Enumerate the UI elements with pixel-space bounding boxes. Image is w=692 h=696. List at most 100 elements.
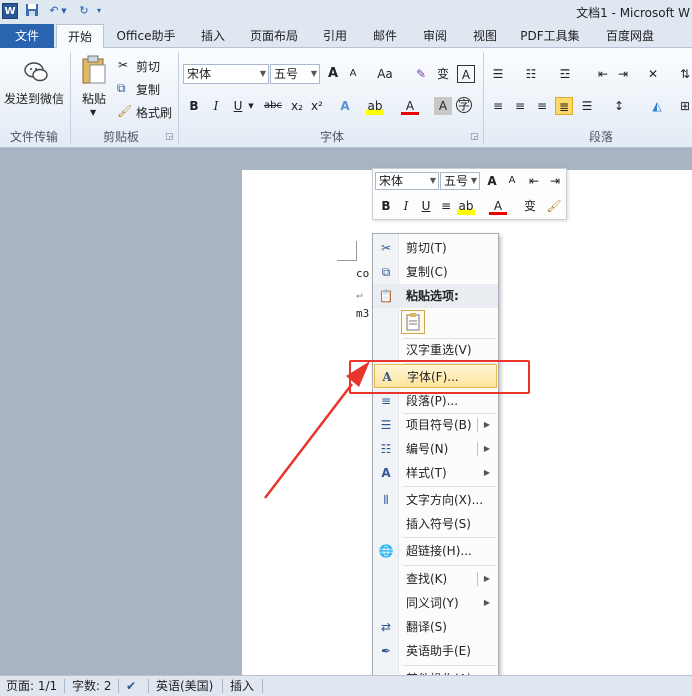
font-name-combo[interactable]: 宋体 ▼ [183, 64, 269, 84]
copy-icon[interactable]: ⧉ [117, 81, 126, 96]
menu-item-synonyms[interactable]: 同义词(Y) ▶ [373, 591, 498, 615]
customize-toolbar-icon[interactable]: ▾ [94, 3, 104, 19]
paste-icon[interactable] [80, 54, 108, 86]
menu-item-reconvert[interactable]: 汉字重选(V) [373, 338, 498, 362]
tab-page-layout[interactable]: 页面布局 [244, 24, 304, 48]
tab-file[interactable]: 文件 [0, 24, 54, 48]
menu-item-translate[interactable]: ⇄ 翻译(S) [373, 615, 498, 639]
mini-font-color-icon[interactable]: A [489, 197, 507, 215]
doc-line[interactable]: co [356, 267, 369, 280]
menu-item-numbering[interactable]: ☷ 编号(N) ▶ [373, 437, 498, 461]
phonetic-guide-icon[interactable]: 变 [434, 65, 452, 83]
cut-icon[interactable]: ✂ [118, 58, 128, 72]
subscript-icon[interactable]: x₂ [288, 97, 306, 115]
mini-font-size-combo[interactable]: 五号 ▼ [440, 172, 480, 190]
clear-formatting-icon[interactable]: ✎ [412, 65, 430, 83]
enclosed-characters-icon[interactable]: 字 [456, 97, 472, 113]
menu-item-english-assistant[interactable]: ✒ 英语助手(E) [373, 639, 498, 663]
doc-line[interactable]: m3 [356, 307, 369, 320]
numbering-icon[interactable]: ☷ [522, 65, 540, 83]
distribute-icon[interactable]: ☰ [578, 97, 596, 115]
change-case-button[interactable]: Aa [372, 65, 398, 83]
paste-keep-text-button[interactable] [401, 310, 425, 334]
tab-home[interactable]: 开始 [56, 24, 104, 49]
tab-view[interactable]: 视图 [462, 24, 508, 48]
status-page[interactable]: 页面: 1/1 [6, 676, 57, 696]
menu-item-insert-symbol[interactable]: 插入符号(S) [373, 512, 498, 536]
send-to-wechat-button[interactable]: 发送到微信 [4, 90, 64, 107]
line-spacing-icon[interactable]: ↕ [610, 97, 628, 115]
document-area[interactable]: co ↵ m3 [0, 149, 692, 675]
submenu-arrow-icon[interactable]: ▶ [484, 437, 490, 461]
mini-italic-icon[interactable]: I [397, 197, 415, 215]
paste-button[interactable]: 粘贴 [82, 90, 106, 107]
paragraph-shading-icon[interactable]: ◭ [648, 97, 666, 115]
mini-format-painter-icon[interactable]: 🖌 [545, 197, 563, 215]
mini-highlight-icon[interactable]: ab [457, 197, 475, 215]
menu-item-styles[interactable]: A 样式(T) ▶ [373, 461, 498, 485]
underline-icon[interactable]: U [229, 97, 247, 115]
copy-button[interactable]: 复制 [136, 81, 160, 98]
tab-baidu-netdisk[interactable]: 百度网盘 [594, 24, 666, 48]
sort-icon[interactable]: ⇅ [676, 65, 692, 83]
tab-references[interactable]: 引用 [312, 24, 358, 48]
underline-dropdown-icon[interactable]: ▼ [247, 97, 255, 115]
menu-item-text-direction[interactable]: ⫴ 文字方向(X)... [373, 488, 498, 512]
font-size-combo[interactable]: 五号 ▼ [270, 64, 320, 84]
mini-center-icon[interactable]: ≡ [437, 197, 455, 215]
align-right-icon[interactable]: ≡ [533, 97, 551, 115]
mini-underline-icon[interactable]: U [417, 197, 435, 215]
undo-dropdown-icon[interactable]: ▼ [60, 3, 68, 19]
increase-indent-icon[interactable]: ⇥ [614, 65, 632, 83]
borders-icon[interactable]: ⊞ [676, 97, 692, 115]
mini-phonetic-icon[interactable]: 变 [521, 197, 539, 215]
status-insert-mode[interactable]: 插入 [230, 676, 254, 696]
character-border-icon[interactable]: A [457, 65, 475, 83]
strikethrough-icon[interactable]: abc [262, 97, 284, 115]
menu-item-find[interactable]: 查找(K) ▶ [373, 567, 498, 591]
menu-item-hyperlink[interactable]: 🌐 超链接(H)... [373, 539, 498, 563]
align-center-icon[interactable]: ≡ [511, 97, 529, 115]
mini-decrease-indent-icon[interactable]: ⇤ [525, 172, 543, 190]
highlight-color-icon[interactable]: ab [366, 97, 384, 115]
bullets-icon[interactable]: ☰ [489, 65, 507, 83]
redo-icon[interactable]: ↻ [76, 3, 92, 19]
grow-font-button[interactable]: A [324, 65, 342, 83]
status-word-count[interactable]: 字数: 2 [72, 676, 112, 696]
superscript-icon[interactable]: x² [308, 97, 326, 115]
menu-item-cut[interactable]: ✂ 剪切(T) [373, 236, 498, 260]
word-app-icon[interactable]: W [2, 3, 18, 19]
cut-button[interactable]: 剪切 [136, 58, 160, 75]
wechat-icon[interactable] [22, 58, 50, 86]
proofing-check-icon[interactable]: ✔ [126, 676, 136, 696]
chinese-layout-icon[interactable]: ✕ [644, 65, 662, 83]
justify-icon[interactable]: ≣ [555, 97, 573, 115]
align-left-icon[interactable]: ≡ [489, 97, 507, 115]
font-color-icon[interactable]: A [401, 97, 419, 115]
menu-item-copy[interactable]: ⧉ 复制(C) [373, 260, 498, 284]
mini-bold-icon[interactable]: B [377, 197, 395, 215]
character-shading-icon[interactable]: A [434, 97, 452, 115]
paste-dropdown-icon[interactable]: ▼ [90, 108, 96, 117]
format-painter-icon[interactable]: 🖌 [117, 104, 132, 118]
text-effects-icon[interactable]: A [336, 97, 354, 115]
tab-mailings[interactable]: 邮件 [362, 24, 408, 48]
tab-insert[interactable]: 插入 [190, 24, 236, 48]
submenu-arrow-icon[interactable]: ▶ [484, 567, 490, 591]
tab-review[interactable]: 审阅 [412, 24, 458, 48]
format-painter-button[interactable]: 格式刷 [136, 104, 172, 121]
bold-icon[interactable]: B [185, 97, 203, 115]
mini-font-name-combo[interactable]: 宋体 ▼ [375, 172, 439, 190]
decrease-indent-icon[interactable]: ⇤ [594, 65, 612, 83]
font-launcher-icon[interactable]: ◲ [470, 132, 480, 142]
multilevel-list-icon[interactable]: ☲ [556, 65, 574, 83]
italic-icon[interactable]: I [207, 97, 225, 115]
submenu-arrow-icon[interactable]: ▶ [484, 413, 490, 437]
clipboard-launcher-icon[interactable]: ◲ [165, 132, 175, 142]
tab-office-assistant[interactable]: Office助手 [110, 24, 182, 48]
menu-item-bullets[interactable]: ☰ 项目符号(B) ▶ [373, 413, 498, 437]
mini-shrink-font-icon[interactable]: A [503, 172, 521, 190]
status-language[interactable]: 英语(美国) [156, 676, 213, 696]
tab-pdf-tools[interactable]: PDF工具集 [514, 24, 586, 48]
shrink-font-button[interactable]: A [344, 65, 362, 83]
